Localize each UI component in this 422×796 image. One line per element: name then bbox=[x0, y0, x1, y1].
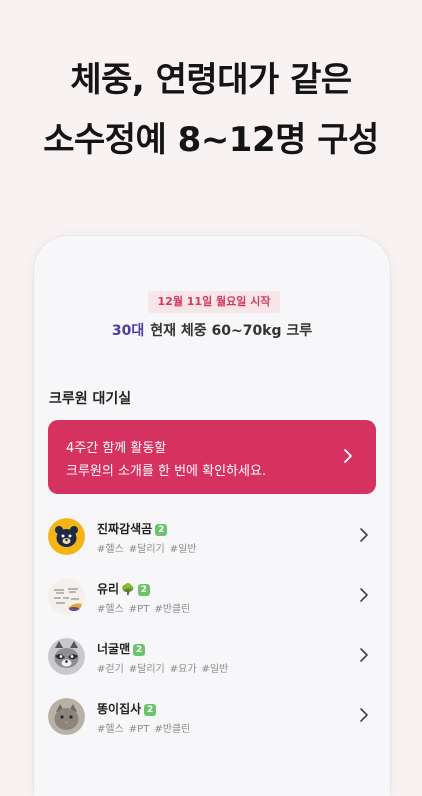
tag: #일반 bbox=[169, 544, 197, 555]
headline: 체중, 연령대가 같은 소수정예 8~12명 구성 bbox=[0, 50, 422, 170]
member-name-text: 똥이집사 bbox=[97, 702, 142, 716]
headline-line-2: 소수정예 8~12명 구성 bbox=[43, 120, 379, 160]
member-tags: #걷기 #달리기 #요가 #일반 bbox=[97, 660, 233, 675]
chevron-right-icon bbox=[360, 708, 368, 722]
tag: #달리기 bbox=[128, 544, 165, 555]
tag: #반클린 bbox=[154, 604, 191, 615]
age-group: 30대 bbox=[111, 323, 145, 339]
start-date-badge: 12월 11일 월요일 시작 bbox=[148, 291, 280, 313]
member-name: 똥이집사 2 bbox=[97, 700, 157, 717]
tag: #일반 bbox=[201, 664, 229, 675]
tag: #헬스 bbox=[97, 724, 124, 735]
chevron-right-icon bbox=[360, 528, 368, 542]
member-name: 유리 🌳 2 bbox=[97, 580, 150, 597]
member-name-text: 진짜감색곰 bbox=[97, 522, 153, 536]
level-badge: 2 bbox=[133, 644, 146, 656]
tag: #달리기 bbox=[128, 664, 165, 675]
tag: #PT bbox=[128, 604, 150, 615]
member-name: 진짜감색곰 2 bbox=[97, 520, 168, 537]
tag: #헬스 bbox=[97, 604, 124, 615]
tag: #PT bbox=[128, 724, 150, 735]
chevron-right-icon bbox=[360, 588, 368, 602]
tag: #걷기 bbox=[97, 664, 124, 675]
level-badge: 2 bbox=[155, 524, 168, 536]
handwritten-note-photo bbox=[48, 578, 85, 615]
member-tags: #헬스 #달리기 #일반 bbox=[97, 540, 202, 555]
weight-condition: 현재 체중 60~70kg 크루 bbox=[150, 323, 313, 339]
bear-icon bbox=[48, 518, 85, 555]
crew-intro-banner[interactable]: 4주간 함께 활동할 크루원의 소개를 한 번에 확인하세요. bbox=[48, 420, 376, 494]
level-badge: 2 bbox=[144, 704, 157, 716]
list-item[interactable]: 너굴맨 2 #걷기 #달리기 #요가 #일반 bbox=[34, 626, 390, 686]
member-name: 너굴맨 2 bbox=[97, 640, 146, 657]
plant-emoji-icon: 🌳 bbox=[121, 583, 135, 596]
tag: #반클린 bbox=[154, 724, 191, 735]
phone-screen: 12월 11일 월요일 시작 30대 현재 체중 60~70kg 크루 크루원 대… bbox=[34, 236, 390, 796]
tag: #요가 bbox=[169, 664, 197, 675]
cat-photo bbox=[48, 698, 85, 735]
level-badge: 2 bbox=[137, 584, 150, 596]
list-item[interactable]: 진짜감색곰 2 #헬스 #달리기 #일반 bbox=[34, 506, 390, 566]
tag: #헬스 bbox=[97, 544, 124, 555]
section-title: 크루원 대기실 bbox=[49, 391, 132, 407]
member-name-text: 너굴맨 bbox=[97, 642, 131, 656]
member-tags: #헬스 #PT #반클린 bbox=[97, 600, 195, 615]
crew-condition: 30대 현재 체중 60~70kg 크루 bbox=[34, 320, 390, 342]
chevron-right-icon bbox=[360, 648, 368, 662]
chevron-right-icon bbox=[344, 449, 352, 463]
raccoon-icon bbox=[48, 638, 85, 675]
member-name-text: 유리 bbox=[97, 582, 120, 596]
banner-line-1: 4주간 함께 활동할 bbox=[66, 441, 167, 456]
member-tags: #헬스 #PT #반클린 bbox=[97, 720, 195, 735]
banner-line-2: 크루원의 소개를 한 번에 확인하세요. bbox=[66, 464, 267, 479]
list-item[interactable]: 유리 🌳 2 #헬스 #PT #반클린 bbox=[34, 566, 390, 626]
headline-line-1: 체중, 연령대가 같은 bbox=[70, 60, 352, 100]
list-item[interactable]: 똥이집사 2 #헬스 #PT #반클린 bbox=[34, 686, 390, 746]
